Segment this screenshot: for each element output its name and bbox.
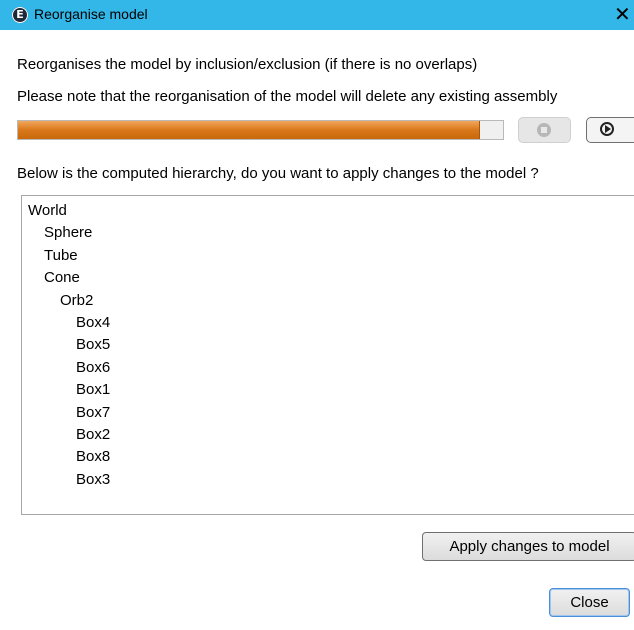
close-button[interactable]: Close	[549, 588, 630, 617]
close-button-label: lose	[581, 594, 609, 611]
tree-node-orb2[interactable]: Orb2	[60, 292, 93, 309]
apply-changes-button[interactable]: Apply changes to model	[422, 532, 634, 561]
app-logo-icon: E	[12, 7, 28, 23]
tree-node-box6[interactable]: Box6	[76, 359, 110, 376]
play-icon	[600, 122, 614, 136]
tree-node-box8[interactable]: Box8	[76, 448, 110, 465]
tree-node-box5[interactable]: Box5	[76, 336, 110, 353]
tree-node-box4[interactable]: Box4	[76, 314, 110, 331]
tree-node-tube[interactable]: Tube	[44, 247, 78, 264]
tree-node-box2[interactable]: Box2	[76, 426, 110, 443]
warning-note-text: Please note that the reorganisation of t…	[17, 88, 558, 105]
description-text: Reorganises the model by inclusion/exclu…	[17, 56, 478, 73]
run-button[interactable]	[586, 117, 634, 143]
window-close-icon[interactable]: ✕	[614, 2, 631, 26]
tree-node-box7[interactable]: Box7	[76, 404, 110, 421]
progress-bar-fill	[18, 121, 480, 139]
tree-node-box1[interactable]: Box1	[76, 381, 110, 398]
tree-node-box3[interactable]: Box3	[76, 471, 110, 488]
stop-button[interactable]	[518, 117, 571, 143]
app-logo-letter: E	[16, 8, 24, 21]
tree-node-sphere[interactable]: Sphere	[44, 224, 92, 241]
stop-icon	[537, 123, 551, 137]
title-bar: E Reorganise model ✕	[0, 0, 634, 30]
progress-bar	[17, 120, 504, 140]
window-title: Reorganise model	[34, 6, 148, 22]
close-button-mnemonic: C	[570, 594, 582, 611]
hierarchy-tree[interactable]: World Sphere Tube Cone Orb2 Box4 Box5 Box6 Box1 B…	[21, 195, 634, 515]
hierarchy-question-text: Below is the computed hierarchy, do you …	[17, 165, 539, 182]
tree-node-cone[interactable]: Cone	[44, 269, 80, 286]
dialog-body: Reorganises the model by inclusion/exclu…	[0, 30, 634, 630]
tree-node-world[interactable]: World	[28, 202, 67, 219]
